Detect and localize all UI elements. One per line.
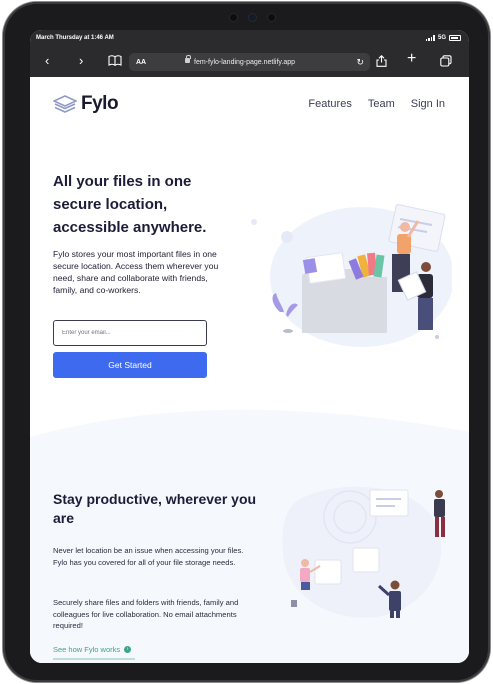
camera-bar [207,10,297,24]
back-icon[interactable]: ‹ [45,54,49,68]
sensor-icon [228,12,238,22]
url-text[interactable]: fem-fylo-landing-page.netlify.app [194,59,295,66]
fylo-logo[interactable]: Fylo [53,93,119,115]
email-input[interactable] [53,320,207,346]
see-how-link-label: See how Fylo works [53,645,121,654]
bookmarks-icon[interactable] [108,55,122,69]
nav-link-team[interactable]: Team [368,98,395,110]
logo-text: Fylo [81,93,119,114]
screen: March Thursday at 1:46 AM 5G ‹ › AA fem-… [30,30,469,663]
address-bar[interactable]: AA fem-fylo-landing-page.netlify.app ↻ [129,53,370,71]
tabs-icon[interactable] [440,55,452,70]
productive-title: Stay productive, wherever you are [53,491,257,526]
lock-icon [185,55,191,63]
hero-title: All your files in one secure location, a… [53,173,207,236]
nav-link-features[interactable]: Features [308,98,351,110]
nav-link-sign-in[interactable]: Sign In [411,98,445,110]
network-label: 5G [437,35,446,41]
link-underline [53,658,135,660]
new-tab-icon[interactable]: + [407,51,416,67]
site-nav: Features Team Sign In [308,98,445,110]
reload-icon[interactable]: ↻ [356,57,364,68]
arrow-icon: › [124,646,132,653]
productive-illustration [282,486,445,618]
hero-description: Fylo stores your most important files in… [53,249,219,295]
share-icon[interactable] [376,55,387,70]
signal-icon [425,35,435,41]
battery-icon [449,35,461,41]
camera-icon [247,12,257,22]
browser-toolbar: March Thursday at 1:46 AM 5G ‹ › AA fem-… [30,30,469,77]
tablet-frame: March Thursday at 1:46 AM 5G ‹ › AA fem-… [3,2,490,682]
productive-paragraph-2: Securely share files and folders with fr… [53,598,239,630]
get-started-button[interactable]: Get Started [53,352,207,378]
web-page: Fylo Features Team Sign In All your file… [30,77,469,663]
status-time: March Thursday at 1:46 AM [36,35,114,41]
forward-icon[interactable]: › [79,54,83,68]
sensor-icon [266,12,276,22]
hero-illustration [251,204,452,347]
productive-paragraph-1: Never let location be an issue when acce… [53,546,244,567]
see-how-fylo-works-link[interactable]: See how Fylo works › [53,645,132,654]
fylo-logo-icon [53,95,77,113]
status-indicators: 5G [425,35,461,41]
text-size-button[interactable]: AA [136,59,146,66]
